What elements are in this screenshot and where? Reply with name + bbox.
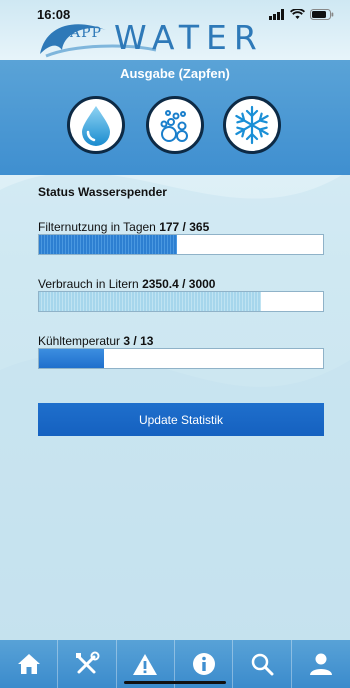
tools-icon	[75, 651, 100, 674]
consumption-label: Verbrauch in Litern 2350.4 / 3000	[38, 277, 216, 291]
app-logo: APP WATER	[36, 14, 266, 60]
status-bar-icons	[269, 9, 334, 20]
cooling-temperature-value: 3 / 13	[123, 334, 154, 348]
cooled-water-button[interactable]	[223, 96, 281, 154]
search-icon	[251, 653, 274, 676]
app-header: 16:08 APP WATER	[0, 0, 350, 60]
battery-icon	[310, 9, 334, 20]
cellular-signal-icon	[269, 9, 284, 20]
warning-icon	[133, 653, 158, 675]
user-icon	[309, 653, 332, 675]
cooling-temperature-progress-bar	[38, 348, 324, 369]
dispense-mode-panel: Ausgabe (Zapfen)	[0, 60, 350, 175]
consumption-progress-fill	[39, 292, 261, 311]
nav-settings[interactable]	[58, 640, 117, 688]
sparkling-water-button[interactable]	[146, 96, 204, 154]
cooling-temperature-progress-fill	[39, 349, 105, 368]
filter-usage-progress-fill	[39, 235, 177, 254]
consumption-value: 2350.4 / 3000	[142, 277, 216, 291]
cooling-temperature-label: Kühltemperatur 3 / 13	[38, 334, 154, 348]
info-icon	[192, 653, 215, 675]
nav-search[interactable]	[233, 640, 292, 688]
home-icon	[17, 654, 40, 674]
filter-usage-progress-bar	[38, 234, 324, 255]
nav-home[interactable]	[0, 640, 59, 688]
consumption-progress-bar	[38, 291, 324, 312]
panel-title: Ausgabe (Zapfen)	[120, 66, 230, 81]
status-title: Status Wasserspender	[38, 185, 167, 199]
snowflake-icon	[235, 105, 269, 145]
water-drop-icon	[82, 106, 110, 146]
nav-profile[interactable]	[292, 640, 350, 688]
logo-app-text: APP	[70, 25, 102, 41]
wifi-icon	[290, 9, 305, 19]
filter-usage-value: 177 / 365	[159, 220, 210, 234]
bubbles-icon	[160, 110, 188, 142]
home-indicator	[124, 681, 226, 684]
update-statistics-button[interactable]: Update Statistik	[38, 403, 324, 436]
filter-usage-label: Filternutzung in Tagen 177 / 365	[38, 220, 210, 234]
logo-water-text: WATER	[114, 18, 264, 57]
still-water-button[interactable]	[67, 96, 125, 154]
